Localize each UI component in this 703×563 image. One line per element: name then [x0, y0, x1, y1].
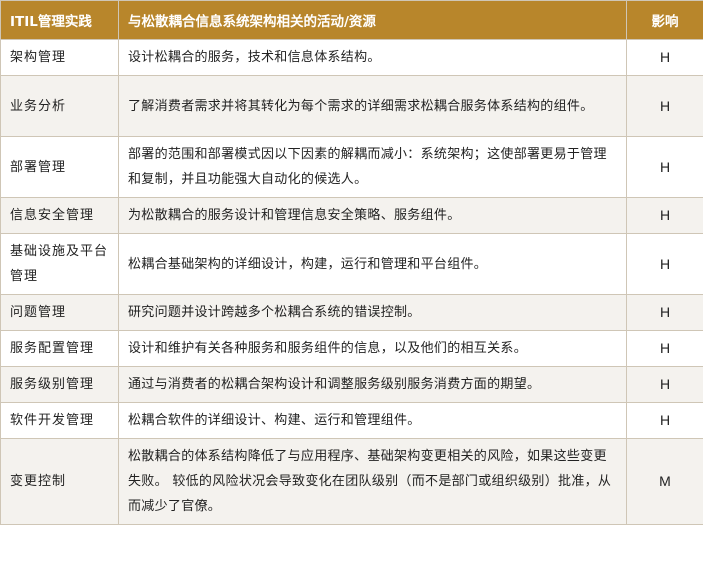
practice-cell: 部署管理	[0, 136, 119, 198]
activity-cell: 松耦合软件的详细设计、构建、运行和管理组件。	[118, 402, 627, 439]
header-practice: ITIL管理实践	[0, 0, 119, 40]
header-activity: 与松散耦合信息系统架构相关的活动/资源	[118, 0, 627, 40]
practice-cell: 服务级别管理	[0, 366, 119, 403]
practice-cell: 信息安全管理	[0, 197, 119, 234]
table-row: 软件开发管理 松耦合软件的详细设计、构建、运行和管理组件。 H	[0, 402, 703, 439]
impact-cell: H	[626, 136, 703, 198]
impact-cell: H	[626, 39, 703, 76]
activity-cell: 研究问题并设计跨越多个松耦合系统的错误控制。	[118, 294, 627, 331]
table-row: 变更控制 松散耦合的体系结构降低了与应用程序、基础架构变更相关的风险，如果这些变…	[0, 438, 703, 525]
table-header-row: ITIL管理实践 与松散耦合信息系统架构相关的活动/资源 影响	[0, 0, 703, 40]
practice-cell: 变更控制	[0, 438, 119, 525]
table-row: 问题管理 研究问题并设计跨越多个松耦合系统的错误控制。 H	[0, 294, 703, 331]
table-row: 架构管理 设计松耦合的服务，技术和信息体系结构。 H	[0, 39, 703, 76]
table-row: 服务级别管理 通过与消费者的松耦合架构设计和调整服务级别服务消费方面的期望。 H	[0, 366, 703, 403]
impact-cell: H	[626, 330, 703, 367]
activity-cell: 通过与消费者的松耦合架构设计和调整服务级别服务消费方面的期望。	[118, 366, 627, 403]
activity-cell: 部署的范围和部署模式因以下因素的解耦而减小：系统架构；这使部署更易于管理和复制，…	[118, 136, 627, 198]
practice-cell: 软件开发管理	[0, 402, 119, 439]
activity-cell: 设计松耦合的服务，技术和信息体系结构。	[118, 39, 627, 76]
header-impact: 影响	[626, 0, 703, 40]
practice-cell: 业务分析	[0, 75, 119, 137]
table-row: 部署管理 部署的范围和部署模式因以下因素的解耦而减小：系统架构；这使部署更易于管…	[0, 136, 703, 198]
table-row: 服务配置管理 设计和维护有关各种服务和服务组件的信息，以及他们的相互关系。 H	[0, 330, 703, 367]
activity-cell: 了解消费者需求并将其转化为每个需求的详细需求松耦合服务体系结构的组件。	[118, 75, 627, 137]
table-row: 基础设施及平台管理 松耦合基础架构的详细设计，构建，运行和管理和平台组件。 H	[0, 233, 703, 295]
activity-cell: 设计和维护有关各种服务和服务组件的信息，以及他们的相互关系。	[118, 330, 627, 367]
impact-cell: H	[626, 233, 703, 295]
practice-cell: 架构管理	[0, 39, 119, 76]
impact-cell: H	[626, 197, 703, 234]
activity-cell: 为松散耦合的服务设计和管理信息安全策略、服务组件。	[118, 197, 627, 234]
table-row: 业务分析 了解消费者需求并将其转化为每个需求的详细需求松耦合服务体系结构的组件。…	[0, 75, 703, 137]
practice-cell: 服务配置管理	[0, 330, 119, 367]
activity-cell: 松耦合基础架构的详细设计，构建，运行和管理和平台组件。	[118, 233, 627, 295]
itil-practices-table: ITIL管理实践 与松散耦合信息系统架构相关的活动/资源 影响 架构管理 设计松…	[0, 0, 703, 525]
table-row: 信息安全管理 为松散耦合的服务设计和管理信息安全策略、服务组件。 H	[0, 197, 703, 234]
impact-cell: H	[626, 75, 703, 137]
impact-cell: M	[626, 438, 703, 525]
impact-cell: H	[626, 366, 703, 403]
practice-cell: 基础设施及平台管理	[0, 233, 119, 295]
impact-cell: H	[626, 294, 703, 331]
activity-cell: 松散耦合的体系结构降低了与应用程序、基础架构变更相关的风险，如果这些变更失败。 …	[118, 438, 627, 525]
practice-cell: 问题管理	[0, 294, 119, 331]
impact-cell: H	[626, 402, 703, 439]
